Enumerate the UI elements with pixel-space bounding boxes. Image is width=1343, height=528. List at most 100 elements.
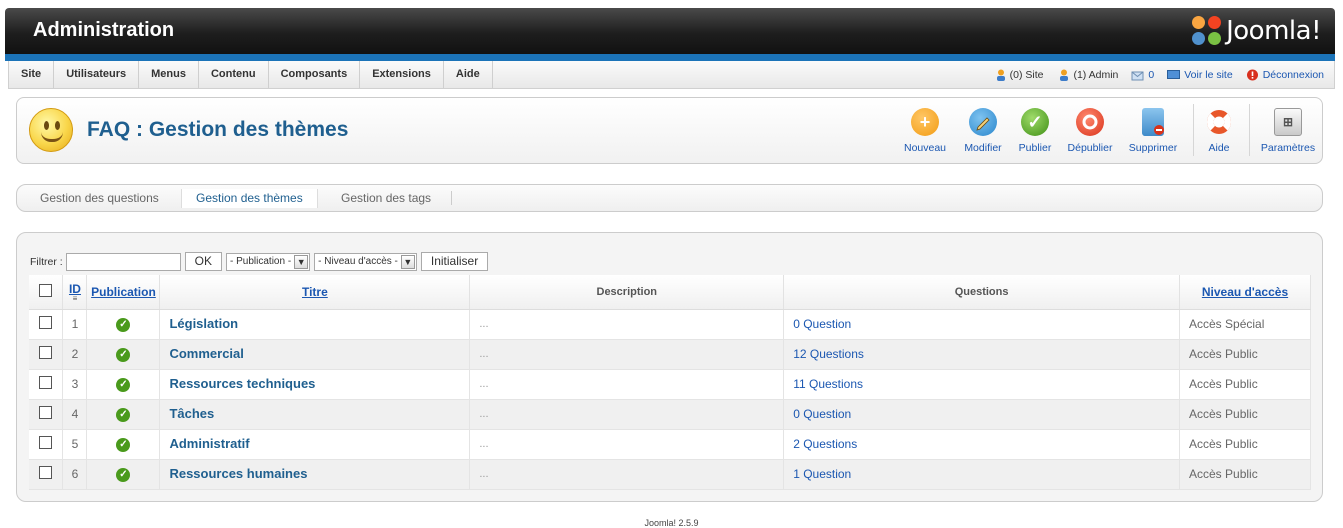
theme-description: ... bbox=[469, 399, 785, 430]
lifebuoy-icon bbox=[1205, 108, 1233, 136]
admin-header: Administration Joomla! bbox=[5, 8, 1335, 54]
tab-questions[interactable]: Gestion des questions bbox=[40, 191, 159, 205]
users-icon bbox=[996, 69, 1005, 81]
faq-smiley-icon bbox=[29, 108, 73, 152]
unpublish-button[interactable]: Dépublier bbox=[1065, 108, 1115, 154]
table-row: 3 ✓ Ressources techniques ... 11 Questio… bbox=[29, 369, 1311, 400]
questions-count-link[interactable]: 11 Questions bbox=[783, 369, 1180, 400]
questions-count-link[interactable]: 1 Question bbox=[783, 459, 1180, 490]
settings-icon: ⊞ bbox=[1274, 108, 1302, 136]
unpublish-circle-icon bbox=[1076, 108, 1104, 136]
theme-description: ... bbox=[469, 369, 785, 400]
theme-title-link[interactable]: Ressources humaines bbox=[160, 466, 307, 481]
trash-icon bbox=[1142, 108, 1164, 136]
published-check-icon[interactable]: ✓ bbox=[116, 348, 131, 362]
row-id: 4 bbox=[62, 399, 88, 430]
menu-components[interactable]: Composants bbox=[269, 61, 361, 88]
theme-title-link[interactable]: Ressources techniques bbox=[160, 376, 315, 391]
toolbar-separator bbox=[1249, 104, 1250, 156]
submenu-tabs: Gestion des questions Gestion des thèmes… bbox=[16, 184, 1323, 212]
menu-users[interactable]: Utilisateurs bbox=[54, 61, 140, 88]
questions-count-link[interactable]: 12 Questions bbox=[783, 339, 1180, 370]
id-header[interactable]: ID ≡ bbox=[62, 275, 88, 310]
menu-site[interactable]: Site bbox=[9, 61, 55, 88]
description-header: Description bbox=[469, 275, 785, 310]
themes-table: ID ≡ Publication Titre Description Questi… bbox=[29, 275, 1311, 490]
published-check-icon[interactable]: ✓ bbox=[116, 438, 131, 452]
table-row: 6 ✓ Ressources humaines ... 1 Question A… bbox=[29, 459, 1311, 490]
chevron-down-icon: ▼ bbox=[400, 254, 415, 269]
access-level-value: Accès Public bbox=[1179, 399, 1311, 430]
filter-ok-button[interactable]: OK bbox=[184, 252, 223, 271]
menu-content[interactable]: Contenu bbox=[199, 61, 269, 88]
messages-status[interactable]: 0 bbox=[1131, 69, 1154, 81]
sort-icon: ≡ bbox=[72, 293, 78, 303]
row-id: 6 bbox=[62, 459, 88, 490]
published-check-icon[interactable]: ✓ bbox=[116, 408, 131, 422]
joomla-logo-icon bbox=[1192, 16, 1222, 46]
pencil-icon bbox=[969, 108, 997, 136]
access-level-header[interactable]: Niveau d'accès bbox=[1179, 275, 1311, 310]
questions-count-link[interactable]: 0 Question bbox=[783, 309, 1180, 340]
tab-divider bbox=[451, 191, 452, 205]
row-checkbox[interactable] bbox=[39, 346, 53, 359]
access-level-value: Accès Spécial bbox=[1179, 309, 1311, 340]
new-button[interactable]: + Nouveau bbox=[902, 108, 948, 154]
published-check-icon[interactable]: ✓ bbox=[116, 468, 131, 482]
theme-title-link[interactable]: Administratif bbox=[160, 436, 249, 451]
row-checkbox[interactable] bbox=[39, 316, 53, 329]
select-all-checkbox[interactable] bbox=[39, 283, 53, 297]
row-checkbox[interactable] bbox=[39, 406, 53, 419]
menu-help[interactable]: Aide bbox=[444, 61, 493, 88]
chevron-down-icon: ▼ bbox=[294, 254, 309, 269]
monitor-icon bbox=[1167, 69, 1181, 79]
logout-link[interactable]: Déconnexion bbox=[1246, 69, 1324, 81]
page-title: FAQ : Gestion des thèmes bbox=[87, 118, 349, 141]
check-icon: ✓ bbox=[1021, 108, 1049, 136]
row-checkbox[interactable] bbox=[39, 376, 53, 389]
toolbar-panel: FAQ : Gestion des thèmes + Nouveau Modif… bbox=[16, 97, 1323, 164]
filter-bar: Filtrer : OK - Publication - ▼ - Niveau … bbox=[30, 252, 489, 271]
published-check-icon[interactable]: ✓ bbox=[116, 318, 131, 332]
menu-extensions[interactable]: Extensions bbox=[360, 61, 444, 88]
row-id: 3 bbox=[62, 369, 88, 400]
status-bar: (0) Site (1) Admin 0 Voir le site Déconn… bbox=[980, 61, 1324, 88]
theme-description: ... bbox=[469, 459, 785, 490]
site-users-status[interactable]: (0) Site bbox=[993, 69, 1043, 81]
edit-button[interactable]: Modifier bbox=[961, 108, 1005, 154]
tab-themes[interactable]: Gestion des thèmes bbox=[181, 189, 318, 208]
publication-select[interactable]: - Publication - ▼ bbox=[226, 252, 311, 271]
title-header[interactable]: Titre bbox=[159, 275, 471, 310]
menu-menus[interactable]: Menus bbox=[139, 61, 199, 88]
questions-count-link[interactable]: 2 Questions bbox=[783, 429, 1180, 460]
theme-title-link[interactable]: Commercial bbox=[160, 346, 243, 361]
tab-tags[interactable]: Gestion des tags bbox=[341, 191, 431, 205]
users-icon bbox=[1060, 69, 1069, 81]
row-id: 2 bbox=[62, 339, 88, 370]
access-level-select[interactable]: - Niveau d'accès - ▼ bbox=[314, 252, 417, 271]
theme-description: ... bbox=[469, 339, 785, 370]
publish-button[interactable]: ✓ Publier bbox=[1017, 108, 1053, 154]
joomla-logo-text: Joomla! bbox=[1226, 16, 1321, 46]
reset-button[interactable]: Initialiser bbox=[420, 252, 489, 271]
delete-button[interactable]: Supprimer bbox=[1127, 108, 1179, 154]
access-level-value: Accès Public bbox=[1179, 429, 1311, 460]
row-id: 1 bbox=[62, 309, 88, 340]
filter-search-input[interactable] bbox=[65, 252, 181, 271]
toolbar-separator bbox=[1193, 104, 1194, 156]
table-row: 1 ✓ Législation ... 0 Question Accès Spé… bbox=[29, 309, 1311, 340]
theme-title-link[interactable]: Législation bbox=[160, 316, 238, 331]
options-button[interactable]: ⊞ Paramètres bbox=[1257, 108, 1319, 154]
row-checkbox[interactable] bbox=[39, 466, 53, 479]
theme-title-link[interactable]: Tâches bbox=[160, 406, 214, 421]
published-check-icon[interactable]: ✓ bbox=[116, 378, 131, 392]
view-site-link[interactable]: Voir le site bbox=[1167, 69, 1233, 81]
publication-header[interactable]: Publication bbox=[86, 275, 161, 310]
help-button[interactable]: Aide bbox=[1203, 108, 1235, 154]
admin-users-status[interactable]: (1) Admin bbox=[1056, 69, 1118, 81]
questions-count-link[interactable]: 0 Question bbox=[783, 399, 1180, 430]
questions-header: Questions bbox=[783, 275, 1180, 310]
row-checkbox[interactable] bbox=[39, 436, 53, 449]
select-all-cell bbox=[29, 275, 64, 310]
logout-icon bbox=[1246, 69, 1258, 80]
